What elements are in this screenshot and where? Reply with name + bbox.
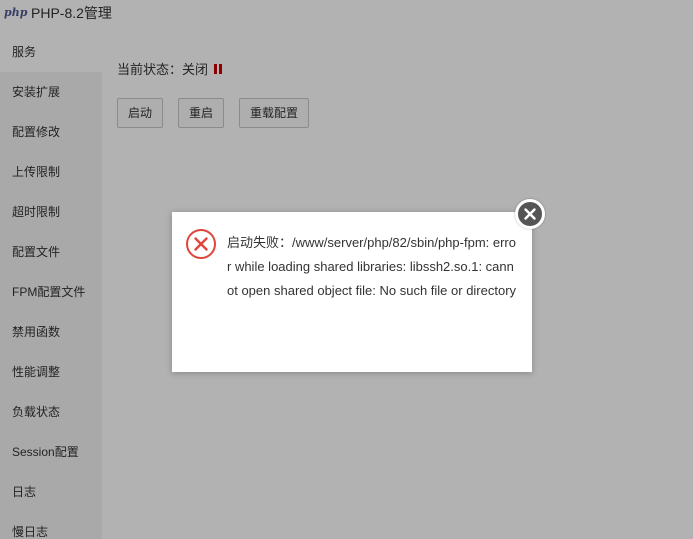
error-message: 启动失败：/www/server/php/82/sbin/php-fpm: er… [227, 235, 517, 298]
close-icon[interactable] [515, 199, 545, 229]
error-dialog: 启动失败：/www/server/php/82/sbin/php-fpm: er… [172, 212, 532, 372]
error-x-icon [186, 229, 216, 259]
